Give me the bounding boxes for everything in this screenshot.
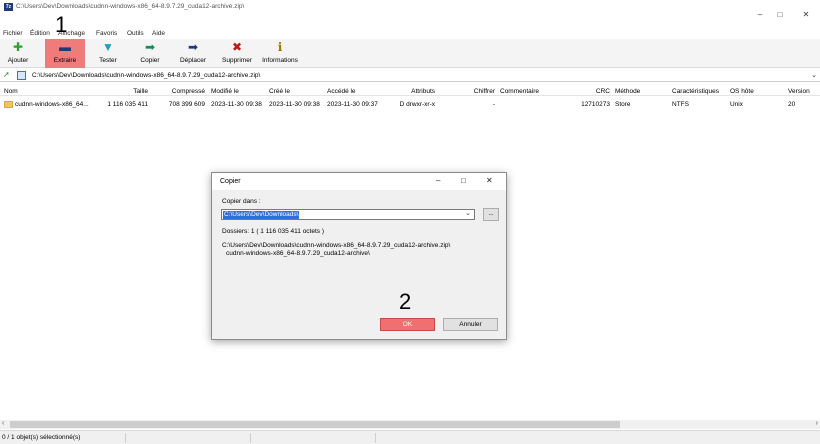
menu-help[interactable]: Aide: [152, 30, 165, 37]
cell-packed: 708 399 609: [168, 101, 205, 108]
copy-dialog: Copier – □ ✕ Copier dans : C:\Users\Dev\…: [211, 172, 507, 340]
destination-value[interactable]: C:\Users\Dev\Downloads\: [223, 211, 300, 219]
column-header: Nom Taille Compressé Modifié le Créé le …: [0, 86, 820, 96]
copy-button[interactable]: ➡ Copier: [136, 39, 164, 68]
copy-label: Copier: [140, 57, 160, 64]
archive-icon: [17, 71, 26, 80]
delete-button[interactable]: ✖ Supprimer: [217, 39, 257, 68]
cell-name: cudnn-windows-x86_64...: [15, 101, 89, 108]
move-label: Déplacer: [179, 57, 206, 64]
scroll-left-icon[interactable]: ‹: [2, 420, 4, 427]
col-encrypted[interactable]: Chiffrer: [460, 88, 495, 95]
cell-host-os: Unix: [730, 101, 744, 108]
address-bar: ➚ C:\Users\Dev\Downloads\cudnn-windows-x…: [0, 70, 820, 82]
cell-size: 1 116 035 411: [107, 101, 148, 108]
cell-characteristics: NTFS: [672, 101, 689, 108]
test-button[interactable]: ▼ Tester: [94, 39, 122, 68]
title-bar: 7z C:\Users\Dev\Downloads\cudnn-windows-…: [0, 0, 820, 27]
dialog-close-button[interactable]: ✕: [486, 176, 493, 185]
step-marker-1: 1: [55, 12, 68, 37]
selection-status: 0 / 1 objet(s) sélectionné(s): [2, 434, 81, 441]
col-packed[interactable]: Compressé: [160, 88, 205, 95]
menu-tools[interactable]: Outils: [127, 30, 144, 37]
check-icon: ▼: [102, 40, 114, 54]
cell-crc: 12710273: [581, 101, 610, 108]
minus-icon: ▬: [59, 40, 71, 54]
address-path[interactable]: C:\Users\Dev\Downloads\cudnn-windows-x86…: [32, 72, 260, 79]
cell-created: 2023-11-30 09:38: [269, 101, 320, 108]
ok-button[interactable]: OK: [380, 318, 435, 331]
col-accessed[interactable]: Accédé le: [327, 88, 356, 95]
menu-file[interactable]: Fichier: [3, 30, 23, 37]
col-version[interactable]: Version: [788, 88, 810, 95]
status-divider: [375, 433, 376, 443]
move-button[interactable]: ➡ Déplacer: [177, 39, 209, 68]
delete-x-icon: ✖: [231, 40, 243, 54]
scrollbar-thumb[interactable]: [10, 421, 620, 428]
cell-encrypted: -: [492, 101, 495, 108]
app-logo-icon: 7z: [4, 3, 13, 11]
menu-bar: Fichier Édition Affichage Favoris Outils…: [0, 27, 820, 39]
cell-modified: 2023-11-30 09:38: [211, 101, 262, 108]
cell-accessed: 2023-11-30 09:37: [327, 101, 378, 108]
folders-info: Dossiers: 1 ( 1 116 035 411 octets ): [222, 228, 325, 235]
col-size[interactable]: Taille: [110, 88, 148, 95]
plus-icon: ✚: [12, 40, 24, 54]
folder-icon: [4, 101, 13, 108]
close-button[interactable]: ✕: [800, 11, 812, 23]
delete-label: Supprimer: [222, 57, 252, 64]
up-folder-icon[interactable]: ➚: [3, 70, 10, 79]
status-divider: [250, 433, 251, 443]
browse-button[interactable]: ...: [483, 208, 499, 221]
dialog-minimize-button[interactable]: –: [436, 176, 440, 185]
status-bar: 0 / 1 objet(s) sélectionné(s): [0, 430, 820, 444]
col-modified[interactable]: Modifié le: [211, 88, 239, 95]
dialog-maximize-button[interactable]: □: [461, 176, 466, 185]
window-title: C:\Users\Dev\Downloads\cudnn-windows-x86…: [16, 3, 245, 10]
chevron-down-icon[interactable]: ⌄: [811, 71, 817, 79]
copy-arrow-icon: ➡: [144, 40, 156, 54]
scroll-right-icon[interactable]: ›: [816, 420, 818, 427]
status-divider: [125, 433, 126, 443]
dialog-title-bar: Copier – □ ✕: [212, 173, 506, 190]
source-path: C:\Users\Dev\Downloads\cudnn-windows-x86…: [222, 242, 450, 258]
cell-attributes: D drwxr-xr-x: [399, 101, 435, 108]
menu-edit[interactable]: Édition: [30, 30, 50, 37]
cancel-button[interactable]: Annuler: [443, 318, 498, 331]
dialog-title: Copier: [220, 178, 241, 185]
col-method[interactable]: Méthode: [615, 88, 640, 95]
add-button[interactable]: ✚ Ajouter: [3, 39, 33, 68]
info-label: Informations: [262, 57, 298, 64]
source-path-line-2: cudnn-windows-x86_64-8.9.7.29_cuda12-arc…: [226, 250, 370, 257]
col-characteristics[interactable]: Caractéristiques: [672, 88, 719, 95]
move-arrow-icon: ➡: [187, 40, 199, 54]
table-row[interactable]: cudnn-windows-x86_64... 1 116 035 411 70…: [0, 99, 820, 110]
menu-favorites[interactable]: Favoris: [96, 30, 117, 37]
col-crc[interactable]: CRC: [590, 88, 610, 95]
cell-method: Store: [615, 101, 631, 108]
destination-combobox[interactable]: C:\Users\Dev\Downloads\ ⌄: [221, 209, 475, 220]
destination-label: Copier dans :: [222, 198, 261, 205]
extract-label: Extraire: [53, 57, 77, 64]
toolbar: ✚ Ajouter ▬ Extraire ▼ Tester ➡ Copier ➡…: [0, 39, 820, 68]
col-comment[interactable]: Commentaire: [500, 88, 539, 95]
info-icon: ℹ: [277, 40, 283, 54]
add-label: Ajouter: [7, 57, 29, 64]
minimize-button[interactable]: –: [754, 11, 766, 23]
col-created[interactable]: Créé le: [269, 88, 290, 95]
col-attributes[interactable]: Attributs: [400, 88, 435, 95]
maximize-button[interactable]: □: [774, 11, 786, 23]
source-path-line-1: C:\Users\Dev\Downloads\cudnn-windows-x86…: [222, 242, 451, 249]
step-marker-2: 2: [399, 289, 412, 314]
extract-button[interactable]: ▬ Extraire: [45, 39, 85, 68]
col-name[interactable]: Nom: [4, 88, 18, 95]
horizontal-scrollbar[interactable]: ‹ ›: [0, 420, 820, 429]
test-label: Tester: [99, 57, 117, 64]
col-host-os[interactable]: OS hôte: [730, 88, 754, 95]
cell-version: 20: [788, 101, 796, 108]
info-button[interactable]: ℹ Informations: [258, 39, 302, 68]
chevron-down-icon[interactable]: ⌄: [465, 209, 471, 217]
